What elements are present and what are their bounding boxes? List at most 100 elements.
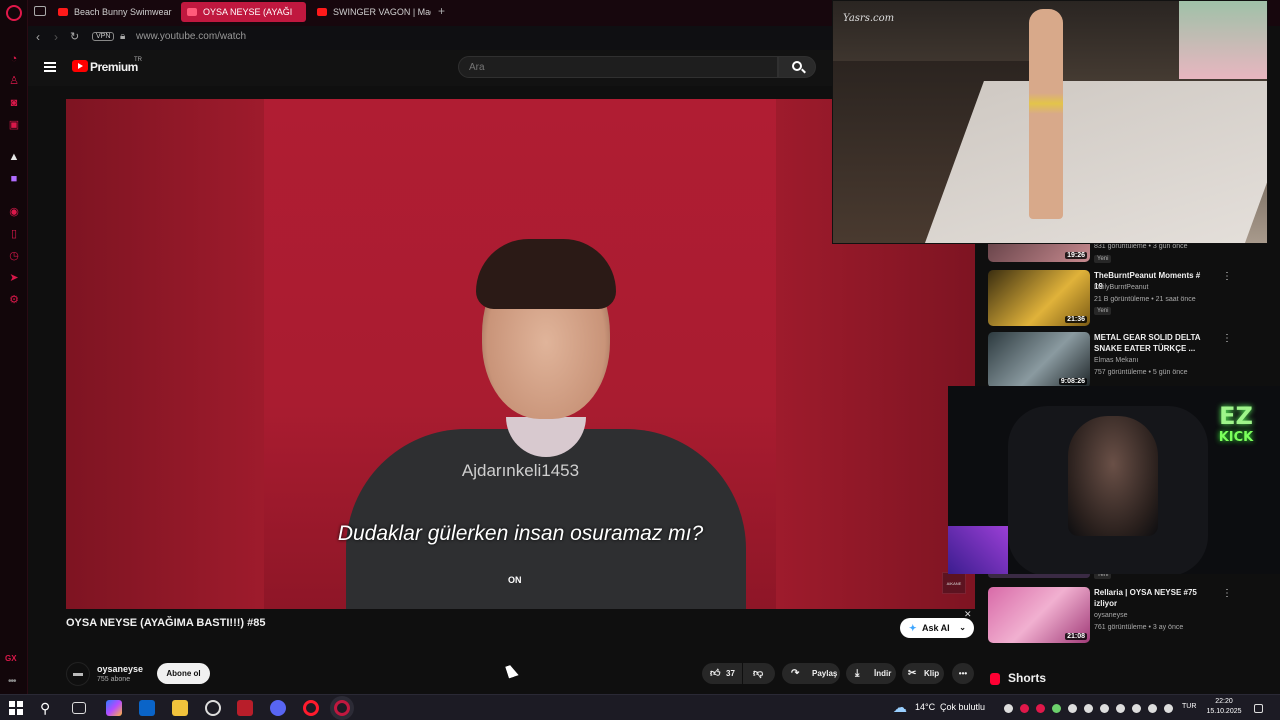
- tray-icon[interactable]: [1036, 704, 1045, 713]
- file-explorer-icon[interactable]: [172, 700, 188, 716]
- microphone-icon[interactable]: [1116, 704, 1125, 713]
- scissors-icon: ✂: [908, 668, 917, 679]
- more-actions-button[interactable]: •••: [952, 663, 974, 684]
- speaker-icon: [187, 8, 197, 16]
- gx-music-icon[interactable]: ◉: [7, 205, 21, 219]
- opera-gx-logo-icon[interactable]: [6, 5, 22, 21]
- outlook-icon[interactable]: [139, 700, 155, 716]
- subscribe-button[interactable]: Abone ol: [157, 663, 210, 684]
- weather-condition[interactable]: Çok bulutlu: [940, 702, 985, 712]
- search-input[interactable]: [469, 62, 759, 73]
- gx-send-icon[interactable]: ➤: [7, 271, 21, 285]
- shorts-icon: [990, 673, 1000, 685]
- temperature[interactable]: 14°C: [915, 702, 935, 712]
- more-icon: •••: [958, 669, 968, 678]
- video-thumbnail[interactable]: 9:08:26: [988, 332, 1090, 388]
- gx-settings-icon[interactable]: ⚙: [7, 293, 21, 307]
- list-item[interactable]: 9:08:26 METAL GEAR SOLID DELTA SNAKE EAT…: [988, 332, 1232, 388]
- copilot-icon[interactable]: [106, 700, 122, 716]
- video-thumbnail[interactable]: 21:36: [988, 270, 1090, 326]
- discord-icon[interactable]: [270, 700, 286, 716]
- tray-icon[interactable]: [1052, 704, 1061, 713]
- language-indicator[interactable]: TUR: [1182, 703, 1196, 710]
- url-field[interactable]: www.youtube.com/watch: [136, 31, 246, 42]
- channel-name[interactable]: oysaneyse: [97, 664, 143, 674]
- channel-watermark-logo[interactable]: AIKANE: [942, 572, 966, 594]
- on-toggle: ON: [508, 575, 522, 585]
- clock[interactable]: 22:20 15.10.2025: [1204, 697, 1244, 717]
- thumbs-up-icon: 👍︎: [710, 668, 721, 679]
- app-icon[interactable]: [205, 700, 221, 716]
- back-icon[interactable]: ‹: [36, 30, 40, 44]
- download-icon: ⤓: [855, 668, 860, 679]
- thumbs-down-icon: 👎︎: [753, 668, 764, 679]
- search-button[interactable]: [778, 56, 816, 78]
- list-item[interactable]: 21:36 TheBurntPeanut Moments # 19 DailyB…: [988, 270, 1232, 328]
- pip-video-runway[interactable]: Yasrs.com: [832, 0, 1268, 244]
- cloud-icon[interactable]: ☁: [893, 699, 907, 716]
- channel-avatar[interactable]: [66, 662, 90, 686]
- video-thumbnail[interactable]: 21:08: [988, 587, 1090, 643]
- tray-icon[interactable]: [1084, 704, 1093, 713]
- download-button[interactable]: ⤓ İndir: [846, 663, 896, 684]
- screen: ◔ ♙ ◙ ▣ ▲ ■ ◉ ▯ ◷ ➤ ⚙ GX ••• Beach Bunny…: [0, 0, 1280, 720]
- menu-icon[interactable]: [44, 62, 56, 72]
- opera-icon[interactable]: [303, 700, 319, 716]
- share-button[interactable]: ↷ Paylaş: [782, 663, 840, 684]
- gx-bookmark-icon[interactable]: ▯: [7, 227, 21, 241]
- dislike-button[interactable]: 👎︎: [743, 663, 775, 684]
- more-vert-icon[interactable]: ⋮: [1222, 271, 1232, 282]
- tray-icon[interactable]: [1100, 704, 1109, 713]
- youtube-brand[interactable]: Premium: [90, 60, 138, 74]
- gx-label[interactable]: GX: [5, 654, 17, 663]
- address-bar: ‹ › ↻ VPN 🔒︎ www.youtube.com/watch: [28, 26, 832, 50]
- tab-swinger-vagon[interactable]: SWINGER VAGON | Mada: [311, 2, 431, 22]
- video-title: OYSA NEYSE (AYAĞIMA BASTI!!!) #85: [66, 617, 266, 629]
- tray-icon[interactable]: [1004, 704, 1013, 713]
- chevron-down-icon: ⌄: [959, 623, 966, 632]
- gx-mail-icon[interactable]: ▣: [7, 118, 21, 132]
- tab-oysa-neyse[interactable]: OYSA NEYSE (AYAĞI: [181, 2, 306, 22]
- search-icon[interactable]: ⚲: [40, 700, 56, 716]
- gx-hot-tabs-icon[interactable]: ◙: [7, 96, 21, 110]
- tray-icon[interactable]: [1068, 704, 1077, 713]
- new-tab-icon[interactable]: +: [438, 4, 445, 18]
- twitch-icon[interactable]: ■: [7, 172, 21, 186]
- mouse-cursor: [505, 663, 519, 679]
- volume-icon[interactable]: [1164, 704, 1173, 713]
- ai-aria-icon[interactable]: ▲: [7, 150, 21, 164]
- tab-grid-icon[interactable]: [34, 6, 46, 16]
- ez-kick-neon-sign: EZ KICK: [1218, 402, 1254, 445]
- gx-control-icon[interactable]: ◔: [7, 52, 21, 66]
- sparkle-icon: ✦: [909, 623, 917, 633]
- tab-beach-bunny[interactable]: Beach Bunny Swimwear F: [52, 2, 172, 22]
- more-icon[interactable]: •••: [8, 676, 16, 687]
- start-button[interactable]: [8, 700, 24, 716]
- tab-label: SWINGER VAGON | Mada: [333, 7, 431, 17]
- like-count: 37: [726, 669, 735, 678]
- country-code: TR: [134, 57, 142, 63]
- ask-ai-button[interactable]: ✦ Ask AI ⌄: [900, 618, 974, 638]
- search-box: [458, 56, 778, 78]
- tray-icon[interactable]: [1020, 704, 1029, 713]
- tray-icon[interactable]: [1132, 704, 1141, 713]
- task-view-icon[interactable]: [72, 702, 86, 714]
- subscriber-count: 755 abone: [97, 676, 131, 683]
- gx-history-icon[interactable]: ◷: [7, 249, 21, 263]
- notification-icon[interactable]: [1254, 704, 1263, 713]
- more-vert-icon[interactable]: ⋮: [1222, 588, 1232, 599]
- clip-button[interactable]: ✂ Klip: [902, 663, 944, 684]
- pip-webcam[interactable]: EZ KICK: [948, 386, 1280, 574]
- vpn-badge[interactable]: VPN: [92, 32, 115, 41]
- forward-icon[interactable]: ›: [54, 30, 58, 44]
- more-vert-icon[interactable]: ⋮: [1222, 333, 1232, 344]
- app-icon[interactable]: [237, 700, 253, 716]
- network-icon[interactable]: [1148, 704, 1157, 713]
- like-button[interactable]: 👍︎ 37: [702, 663, 742, 684]
- opera-gx-icon[interactable]: [334, 700, 350, 716]
- gx-cleaner-icon[interactable]: ♙: [7, 74, 21, 88]
- lock-icon[interactable]: 🔒︎: [120, 31, 125, 42]
- youtube-logo-icon[interactable]: [72, 60, 88, 72]
- list-item[interactable]: 21:08 Rellaria | OYSA NEYSE #75 izliyor …: [988, 587, 1232, 643]
- reload-icon[interactable]: ↻: [70, 30, 79, 43]
